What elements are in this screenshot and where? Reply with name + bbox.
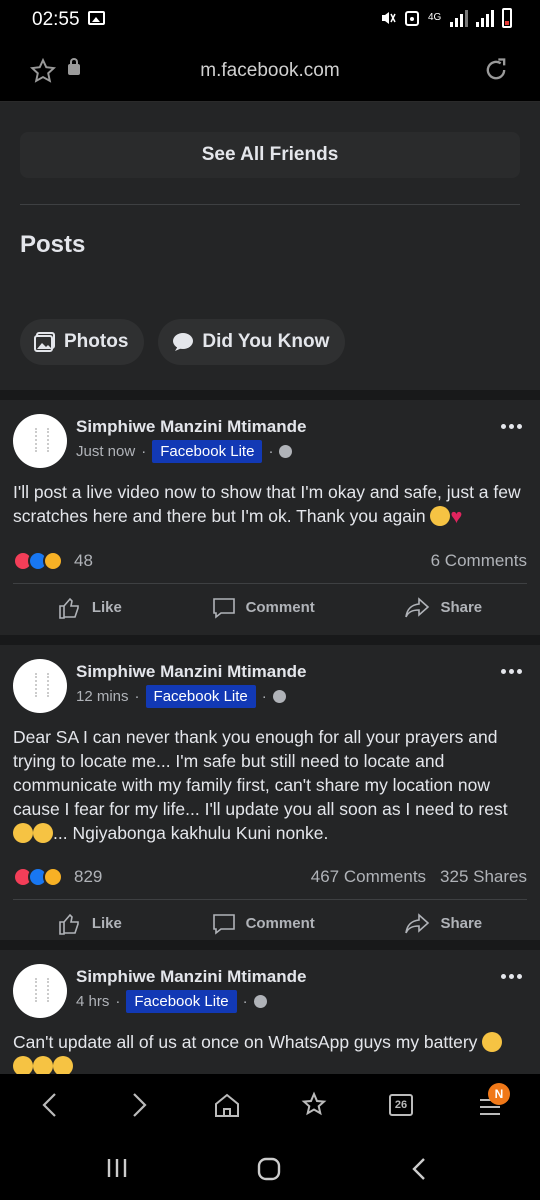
battery-icon [502, 8, 512, 28]
globe-icon [279, 445, 293, 458]
post-time[interactable]: Just now [76, 443, 135, 460]
globe-icon [272, 690, 286, 703]
status-bar: 02:55 4G [0, 0, 540, 42]
post-actions: Like Comment Share [13, 899, 527, 947]
more-options-icon[interactable] [501, 974, 522, 979]
post: Simphiwe Manzini Mtimande Just now · Face… [0, 400, 540, 635]
system-back-icon[interactable] [408, 1156, 432, 1182]
facebook-lite-badge: Facebook Lite [152, 440, 263, 463]
did-you-know-chip-label: Did You Know [202, 331, 330, 352]
like-label: Like [91, 599, 122, 616]
reactions-icons[interactable] [13, 551, 63, 571]
share-label: Share [440, 915, 483, 932]
bookmarks-icon[interactable] [300, 1091, 328, 1119]
photos-chip-label: Photos [64, 331, 129, 352]
post-time[interactable]: 4 hrs [76, 993, 109, 1010]
thumbs-up-icon [59, 913, 79, 935]
browser-url-bar[interactable]: m.facebook.com [0, 42, 540, 102]
comment-icon [212, 597, 235, 619]
status-time: 02:55 [32, 9, 80, 30]
back-arrow-icon[interactable] [38, 1091, 62, 1119]
comment-button[interactable]: Comment [212, 596, 315, 620]
signal-1-icon [450, 9, 468, 27]
crying-emoji-icon [482, 1032, 503, 1052]
reaction-count[interactable]: 829 [74, 867, 102, 887]
post: Simphiwe Manzini Mtimande 12 mins · Faceb… [0, 645, 540, 940]
facebook-lite-badge: Facebook Lite [145, 685, 256, 708]
post-actions: Like Comment Share [13, 583, 527, 631]
browser-toolbar: 26 N [0, 1074, 540, 1136]
share-label: Share [440, 599, 483, 616]
facebook-lite-badge: Facebook Lite [126, 990, 237, 1013]
post-stats: 48 6 Comments [0, 539, 540, 583]
sad-emoji-icon [33, 823, 53, 843]
speech-bubble-icon [173, 333, 194, 351]
thumbs-up-icon [59, 597, 79, 619]
photos-icon [34, 332, 55, 352]
signal-2-icon [476, 9, 494, 27]
see-all-friends-button[interactable]: See All Friends [20, 132, 520, 178]
home-button-icon[interactable] [256, 1156, 282, 1182]
posts-heading: Posts [20, 231, 86, 258]
heart-emoji-icon: ♥ [450, 506, 463, 528]
share-icon [405, 596, 430, 617]
crying-emoji-icon [13, 1056, 33, 1074]
reaction-count[interactable]: 48 [74, 551, 93, 571]
comments-count[interactable]: 467 Comments [311, 867, 426, 887]
care-reaction-icon [43, 551, 63, 571]
avatar[interactable] [13, 964, 67, 1018]
comment-button[interactable]: Comment [212, 912, 315, 936]
care-reaction-icon [43, 867, 63, 887]
share-button[interactable]: Share [404, 596, 482, 620]
crying-emoji-icon [53, 1056, 73, 1074]
comments-count[interactable]: 6 Comments [431, 551, 527, 571]
divider [20, 204, 520, 205]
url-text[interactable]: m.facebook.com [0, 60, 540, 82]
shares-count[interactable]: 325 Shares [440, 867, 527, 887]
comment-label: Comment [245, 599, 315, 616]
more-options-icon[interactable] [501, 669, 522, 674]
page-content: See All Friends Posts Photos Did You Kno… [0, 102, 540, 1074]
friends-posts-header: See All Friends Posts Photos Did You Kno… [0, 102, 540, 390]
comment-icon [212, 913, 235, 935]
gallery-notification-icon [88, 11, 105, 25]
notification-badge: N [488, 1083, 510, 1105]
like-button[interactable]: Like [58, 596, 122, 620]
post: Simphiwe Manzini Mtimande 4 hrs · Faceboo… [0, 950, 540, 1074]
like-button[interactable]: Like [58, 912, 122, 936]
reactions-icons[interactable] [13, 867, 63, 887]
tabs-button[interactable]: 26 [389, 1094, 413, 1116]
system-nav-bar [0, 1136, 540, 1200]
avatar[interactable] [13, 659, 67, 713]
post-text: Dear SA I can never thank you enough for… [13, 727, 508, 843]
post-stats: 829 467 Comments 325 Shares [0, 855, 540, 899]
recent-apps-icon[interactable] [105, 1156, 129, 1180]
more-options-icon[interactable] [501, 424, 522, 429]
posts-filter-chips: Photos Did You Know [20, 319, 520, 365]
post-author[interactable]: Simphiwe Manzini Mtimande [76, 967, 306, 987]
crying-emoji-icon [33, 1056, 53, 1074]
network-type-label: 4G [428, 12, 442, 23]
reload-icon[interactable] [482, 56, 510, 84]
post-text: I'll post a live video now to show that … [13, 482, 521, 528]
photos-chip[interactable]: Photos [20, 319, 145, 365]
globe-icon [253, 995, 267, 1008]
alarm-icon [405, 11, 419, 26]
forward-arrow-icon[interactable] [127, 1091, 151, 1119]
mute-icon [382, 12, 396, 24]
post-author[interactable]: Simphiwe Manzini Mtimande [76, 417, 306, 437]
sad-emoji-icon [430, 506, 451, 526]
post-author[interactable]: Simphiwe Manzini Mtimande [76, 662, 306, 682]
post-text: Can't update all of us at once on WhatsA… [0, 1020, 540, 1074]
post-time[interactable]: 12 mins [76, 688, 129, 705]
like-label: Like [91, 915, 122, 932]
did-you-know-chip[interactable]: Did You Know [158, 319, 346, 365]
share-icon [405, 912, 430, 933]
avatar[interactable] [13, 414, 67, 468]
sad-emoji-icon [13, 823, 33, 843]
share-button[interactable]: Share [404, 912, 482, 936]
comment-label: Comment [245, 915, 315, 932]
home-icon[interactable] [213, 1091, 241, 1119]
